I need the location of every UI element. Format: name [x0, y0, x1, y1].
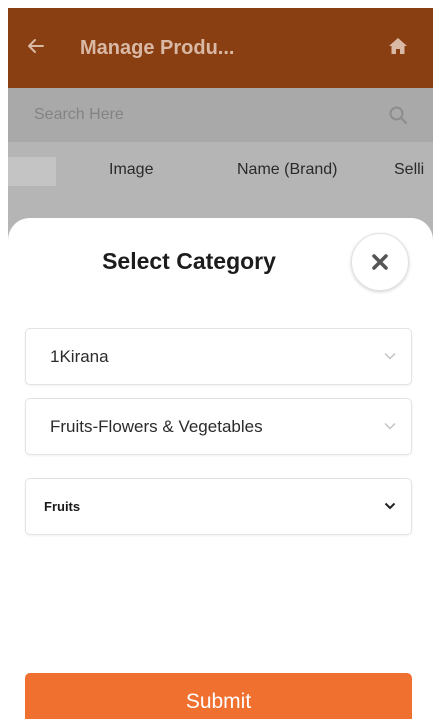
arrow-left-icon[interactable]: [26, 36, 46, 56]
submit-button[interactable]: Submit: [25, 673, 412, 719]
column-header-image[interactable]: Image: [109, 142, 153, 198]
product-type-dropdown[interactable]: Fruits: [25, 478, 412, 535]
table-header: Image Name (Brand) Selli: [8, 142, 433, 198]
search-icon[interactable]: [388, 105, 408, 125]
chevron-down-icon: [384, 352, 396, 360]
subcategory-dropdown[interactable]: Fruits-Flowers & Vegetables: [25, 398, 412, 455]
category-dropdown[interactable]: 1Kirana: [25, 328, 412, 385]
page-title: Manage Produ...: [80, 37, 235, 59]
sheet-title: Select Category: [102, 248, 276, 274]
app-bar: Manage Produ...: [8, 8, 433, 88]
close-icon: [372, 254, 388, 270]
chevron-down-icon: [384, 502, 396, 510]
close-button[interactable]: [351, 233, 409, 291]
search-input[interactable]: [22, 98, 362, 132]
select-category-sheet: Select Category 1Kirana Fruits-Flowers &…: [8, 218, 433, 719]
chevron-down-icon: [384, 422, 396, 430]
dropdown-value: 1Kirana: [50, 347, 109, 366]
dropdown-value: Fruits-Flowers & Vegetables: [50, 417, 263, 436]
search-bar: [8, 88, 433, 142]
home-icon[interactable]: [388, 37, 408, 55]
select-all-checkbox[interactable]: [8, 157, 56, 186]
column-header-selling[interactable]: Selli: [394, 142, 424, 198]
app-screen: Manage Produ... Image Name (Brand) Selli…: [8, 8, 433, 719]
dropdown-value: Fruits: [44, 499, 81, 514]
column-header-name[interactable]: Name (Brand): [237, 142, 337, 198]
